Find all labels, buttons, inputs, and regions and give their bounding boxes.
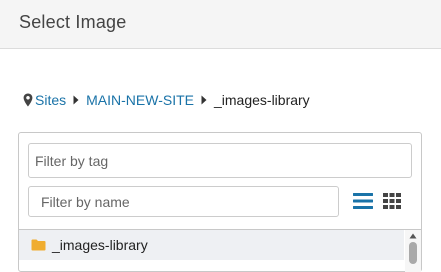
breadcrumb-item-main-new-site[interactable]: MAIN-NEW-SITE [86, 92, 194, 108]
list-item-folder[interactable]: _images-library [19, 230, 404, 260]
breadcrumb-item-sites[interactable]: Sites [35, 92, 66, 108]
vertical-scrollbar[interactable] [405, 230, 421, 272]
image-browser-panel: _images-library [18, 132, 422, 272]
file-list: _images-library [19, 229, 421, 272]
map-marker-icon [23, 93, 33, 107]
list-item-label: _images-library [52, 237, 148, 253]
filter-by-tag-input[interactable] [28, 143, 412, 178]
breadcrumb: Sites MAIN-NEW-SITE _images-library [23, 91, 310, 109]
list-view-icon[interactable] [352, 191, 374, 211]
folder-icon [31, 239, 46, 251]
scrollbar-thumb[interactable] [409, 242, 417, 264]
dialog-header: Select Image [0, 0, 441, 49]
scroll-up-arrow-icon[interactable] [409, 233, 417, 239]
breadcrumb-item-current: _images-library [213, 92, 310, 108]
grid-view-icon[interactable] [381, 191, 403, 211]
filter-by-name-input[interactable] [28, 186, 339, 217]
dialog-title: Select Image [19, 12, 127, 32]
caret-right-icon [201, 95, 207, 105]
caret-right-icon [73, 95, 79, 105]
